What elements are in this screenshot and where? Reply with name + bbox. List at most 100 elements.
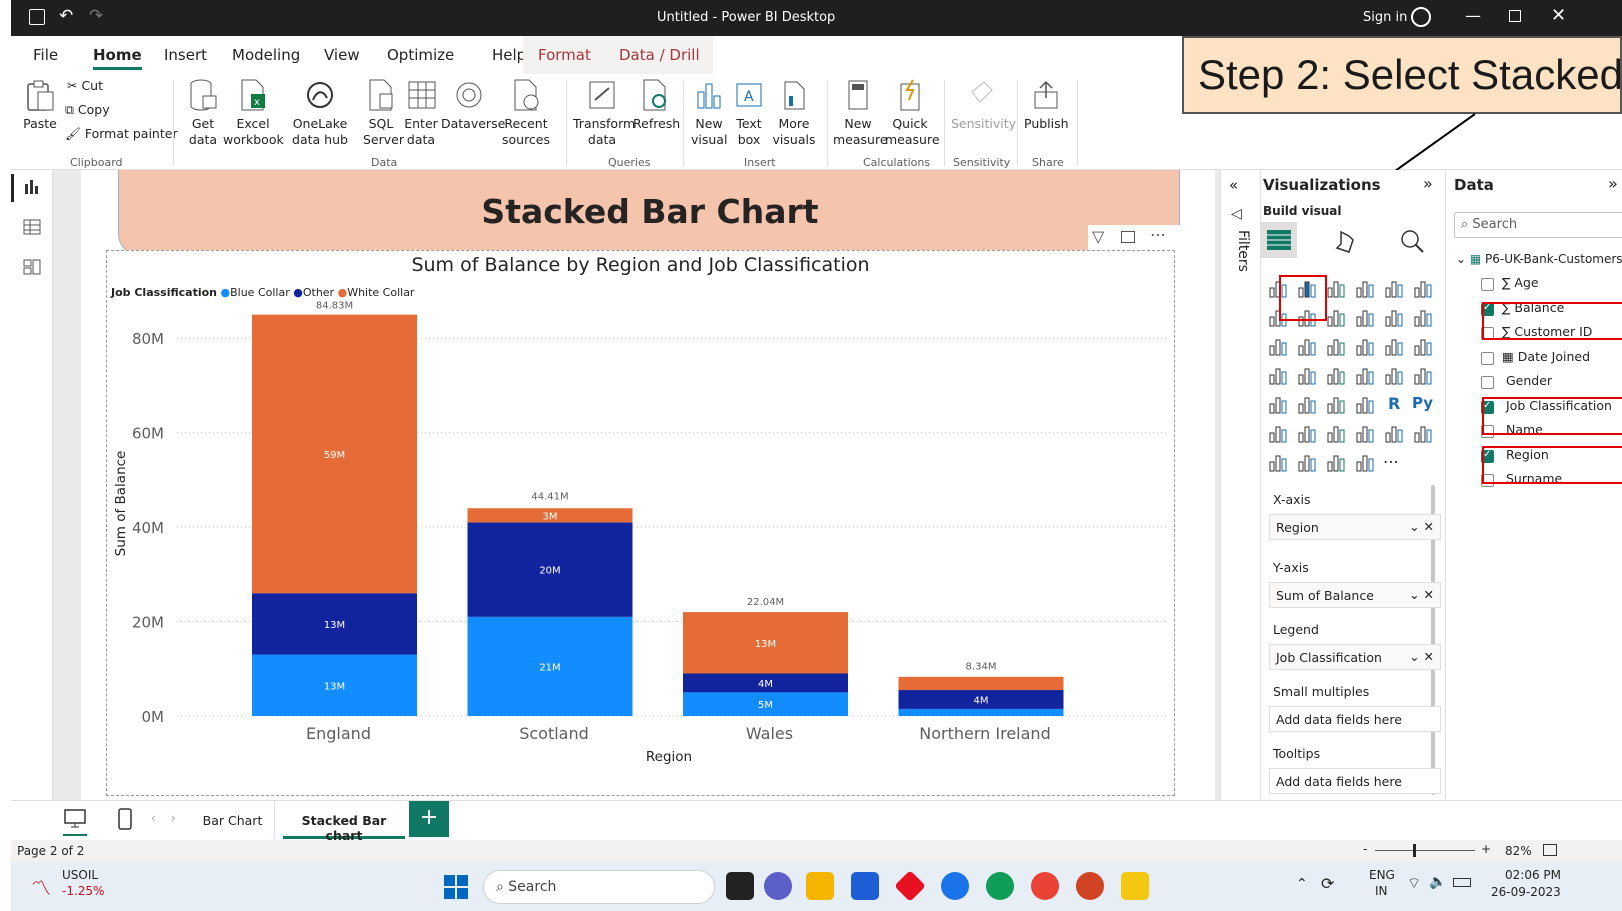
stacked-area-chart-icon[interactable] xyxy=(1325,307,1347,329)
app-diamond-icon[interactable] xyxy=(894,870,926,902)
stock-name[interactable]: USOIL xyxy=(62,868,98,882)
map-icon[interactable] xyxy=(1267,365,1289,387)
onelake-button[interactable]: OneLake data hub xyxy=(281,78,359,148)
clock-time[interactable]: 02:06 PM xyxy=(1505,868,1561,882)
gauge-icon[interactable] xyxy=(1354,365,1376,387)
refresh-button[interactable]: Refresh xyxy=(633,78,680,132)
minimize-icon[interactable]: — xyxy=(1465,6,1481,25)
qa-icon[interactable] xyxy=(1325,423,1347,445)
waterfall-chart-icon[interactable] xyxy=(1267,336,1289,358)
decomposition-tree-icon[interactable] xyxy=(1296,423,1318,445)
field-item[interactable]: Gender xyxy=(1506,373,1552,388)
clustered-column-chart-icon[interactable] xyxy=(1354,278,1376,300)
pie-chart-icon[interactable] xyxy=(1354,336,1376,358)
save-icon[interactable] xyxy=(29,9,45,25)
dataverse-button[interactable]: Dataverse xyxy=(441,78,505,132)
more-visuals-icon[interactable]: ⋯ xyxy=(1383,452,1405,474)
sync-icon[interactable]: ⟳ xyxy=(1321,874,1334,893)
account-icon[interactable] xyxy=(1411,7,1431,27)
legend-well[interactable]: Job Classification ⌄ ✕ xyxy=(1269,644,1441,670)
redo-icon[interactable]: ↷ xyxy=(89,6,103,26)
excel-workbook-button[interactable]: x Excel workbook xyxy=(223,78,284,148)
multi-row-card-icon[interactable] xyxy=(1412,365,1434,387)
new-measure-button[interactable]: New measure xyxy=(833,78,888,148)
metrics-icon[interactable] xyxy=(1325,452,1347,474)
power-apps-icon[interactable] xyxy=(1267,452,1289,474)
power-automate-icon[interactable] xyxy=(1296,452,1318,474)
yaxis-well[interactable]: Sum of Balance ⌄ ✕ xyxy=(1269,582,1441,608)
desktop-layout-icon[interactable] xyxy=(63,807,87,831)
language-code[interactable]: ENG xyxy=(1369,868,1395,882)
tab-modeling[interactable]: Modeling xyxy=(232,46,300,64)
well-chevron-remove-icon[interactable]: ⌄ ✕ xyxy=(1409,519,1434,534)
build-visual-tab[interactable] xyxy=(1261,222,1297,258)
well-chevron-remove-icon[interactable]: ⌄ ✕ xyxy=(1409,649,1434,664)
zoom-in-icon[interactable]: + xyxy=(1481,842,1491,856)
title-banner[interactable]: Stacked Bar Chart xyxy=(118,170,1180,256)
azure-map-icon[interactable] xyxy=(1325,365,1347,387)
funnel-icon[interactable] xyxy=(1296,336,1318,358)
collapse-icon[interactable]: » xyxy=(1608,174,1618,193)
sensitivity-button[interactable]: Sensitivity xyxy=(951,78,1016,132)
tab-format[interactable]: Format xyxy=(538,46,591,64)
text-box-button[interactable]: A Text box xyxy=(731,78,767,148)
tooltips-well[interactable]: Add data fields here xyxy=(1269,768,1441,794)
field-item[interactable]: ∑ Age xyxy=(1502,275,1539,290)
report-view-icon[interactable] xyxy=(23,178,41,196)
analytics-icon[interactable] xyxy=(1399,228,1425,254)
edge-icon[interactable] xyxy=(986,872,1014,900)
taskbar-search[interactable]: ⌕ Search xyxy=(483,870,715,904)
mobile-layout-icon[interactable] xyxy=(115,807,135,831)
paste-button[interactable]: Paste xyxy=(19,80,61,132)
recent-sources-button[interactable]: Recent sources xyxy=(501,78,551,148)
sql-server-button[interactable]: SQL Server xyxy=(363,78,404,148)
powerpoint-icon[interactable] xyxy=(1076,872,1104,900)
data-search-input[interactable]: ⌕ Search xyxy=(1454,212,1622,238)
format-visual-icon[interactable] xyxy=(1333,228,1359,254)
field-checkbox[interactable] xyxy=(1481,351,1494,365)
file-explorer-icon[interactable] xyxy=(806,872,834,900)
filled-map-icon[interactable] xyxy=(1296,365,1318,387)
copy-button[interactable]: ⧉ Copy xyxy=(65,102,110,118)
clustered-bar-chart-icon[interactable] xyxy=(1325,278,1347,300)
zoom-slider[interactable] xyxy=(1375,850,1475,851)
tab-view[interactable]: View xyxy=(324,46,360,64)
new-visual-button[interactable]: New visual xyxy=(691,78,727,148)
fit-to-page-icon[interactable] xyxy=(1543,844,1557,856)
table-view-icon[interactable] xyxy=(23,218,41,236)
narrative-icon[interactable] xyxy=(1354,423,1376,445)
tab-insert[interactable]: Insert xyxy=(164,46,207,64)
100-stacked-column-chart-icon[interactable] xyxy=(1412,278,1434,300)
format-painter-button[interactable]: 🖌 Format painter xyxy=(65,126,178,142)
well-chevron-remove-icon[interactable]: ⌄ ✕ xyxy=(1409,587,1434,602)
tab-optimize[interactable]: Optimize xyxy=(387,46,454,64)
cut-button[interactable]: ✂ Cut xyxy=(67,78,103,94)
restore-icon[interactable] xyxy=(1509,10,1521,22)
tab-home[interactable]: Home xyxy=(93,46,142,70)
paginated-report-icon[interactable] xyxy=(1412,423,1434,445)
arrow-chevron-icon[interactable] xyxy=(1354,452,1376,474)
xaxis-well[interactable]: Region ⌄ ✕ xyxy=(1269,514,1441,540)
volume-icon[interactable]: 🔈 xyxy=(1429,874,1446,890)
line-stacked-column-icon[interactable] xyxy=(1354,307,1376,329)
zoom-thumb[interactable] xyxy=(1413,844,1416,857)
r-visual-icon[interactable]: R xyxy=(1383,394,1405,416)
battery-icon[interactable] xyxy=(1453,878,1471,887)
model-view-icon[interactable] xyxy=(23,258,41,276)
ribbon-chart-icon[interactable] xyxy=(1412,307,1434,329)
wifi-icon[interactable]: ⌔ xyxy=(1407,874,1421,893)
treemap-icon[interactable] xyxy=(1412,336,1434,358)
filter-icon[interactable]: ▽ xyxy=(1092,227,1104,246)
sign-in-link[interactable]: Sign in xyxy=(1363,10,1407,25)
field-checkbox[interactable] xyxy=(1481,278,1494,291)
powerbi-icon[interactable] xyxy=(1121,872,1149,900)
table-node[interactable]: ⌄ ▦ P6-UK-Bank-Customers xyxy=(1456,252,1622,266)
key-influencers-icon[interactable] xyxy=(1267,423,1289,445)
more-options-icon[interactable]: ⋯ xyxy=(1150,225,1166,244)
scroll-right-icon[interactable]: › xyxy=(171,811,176,825)
help-icon[interactable] xyxy=(941,872,969,900)
scatter-chart-icon[interactable] xyxy=(1325,336,1347,358)
card-icon[interactable] xyxy=(1383,365,1405,387)
slicer-icon[interactable] xyxy=(1296,394,1318,416)
page-tab-bar-chart[interactable]: Bar Chart xyxy=(191,801,275,839)
